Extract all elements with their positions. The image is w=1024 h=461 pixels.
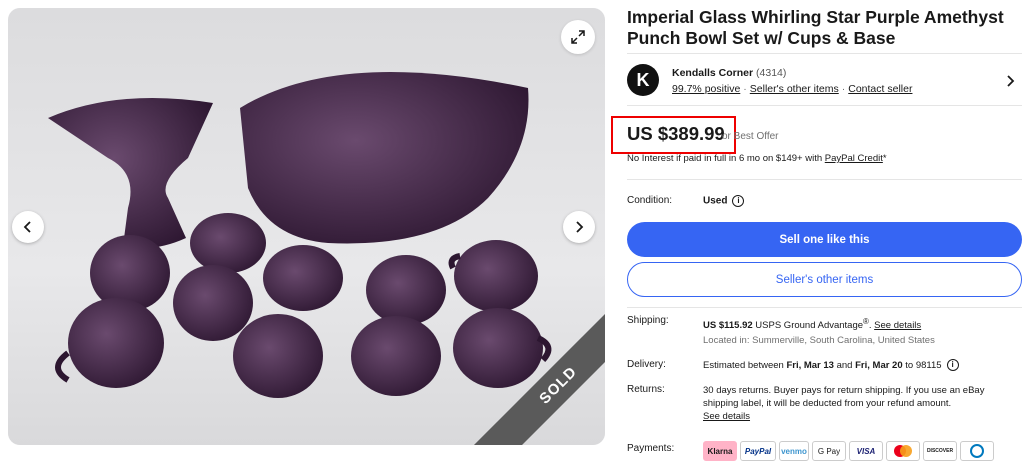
divider [627, 179, 1022, 180]
info-icon[interactable]: i [946, 359, 959, 372]
shipping-see-details-link[interactable]: See details [874, 320, 921, 331]
seller-feedback-count: (4314) [756, 67, 787, 79]
payments-label: Payments: [627, 443, 675, 454]
condition-value: Used i [703, 195, 745, 207]
chevron-left-icon [23, 221, 31, 233]
sellers-other-items-button[interactable]: Seller's other items [627, 262, 1022, 297]
returns-policy: 30 days returns. Buyer pays for return s… [703, 385, 985, 423]
price-highlight-box [611, 116, 736, 154]
returns-see-details-link[interactable]: See details [703, 410, 984, 423]
expand-button[interactable] [561, 20, 595, 54]
paypal-icon: PayPal [740, 441, 776, 461]
info-icon[interactable]: i [732, 195, 745, 207]
payment-methods: Klarna PayPal venmo G Pay VISA DISCOVER [703, 441, 994, 461]
condition-label: Condition: [627, 195, 673, 206]
chevron-right-icon [576, 221, 584, 233]
delivery-label: Delivery: [627, 359, 666, 370]
google-pay-icon: G Pay [812, 441, 846, 461]
visa-icon: VISA [849, 441, 883, 461]
seller-chevron-right-icon[interactable] [1006, 74, 1016, 92]
divider [627, 53, 1022, 54]
diners-club-icon [960, 441, 994, 461]
image-gallery: SOLD [8, 8, 605, 445]
klarna-icon: Klarna [703, 441, 737, 461]
mastercard-icon [886, 441, 920, 461]
venmo-icon: venmo [779, 441, 809, 461]
expand-icon [571, 30, 585, 44]
product-photo[interactable] [8, 8, 605, 445]
listing-title: Imperial Glass Whirling Star Purple Amet… [627, 7, 1004, 48]
returns-label: Returns: [627, 384, 665, 395]
divider [627, 105, 1022, 106]
seller-other-items-link[interactable]: Seller's other items [750, 83, 839, 95]
next-image-button[interactable] [563, 211, 595, 243]
paypal-credit-link[interactable]: PayPal Credit [825, 153, 883, 164]
delivery-estimate: Estimated between Fri, Mar 13 and Fri, M… [703, 359, 959, 372]
sell-one-like-this-button[interactable]: Sell one like this [627, 222, 1022, 257]
shipping-label: Shipping: [627, 315, 669, 326]
discover-icon: DISCOVER [923, 441, 957, 461]
seller-avatar[interactable]: K [627, 64, 659, 96]
best-offer-label: or Best Offer [722, 131, 779, 142]
seller-positive-link[interactable]: 99.7% positive [672, 83, 740, 95]
contact-seller-link[interactable]: Contact seller [848, 83, 912, 95]
shipping-value: US $115.92 USPS Ground Advantage®. See d… [703, 317, 922, 332]
previous-image-button[interactable] [12, 211, 44, 243]
seller-links: 99.7% positive · Seller's other items · Cont… [672, 83, 913, 95]
item-location: Located in: Summerville, South Carolina,… [703, 335, 935, 346]
divider [627, 307, 1022, 308]
credit-offer: No Interest if paid in full in 6 mo on $… [627, 153, 887, 164]
seller-name[interactable]: Kendalls Corner (4314) [672, 67, 786, 79]
